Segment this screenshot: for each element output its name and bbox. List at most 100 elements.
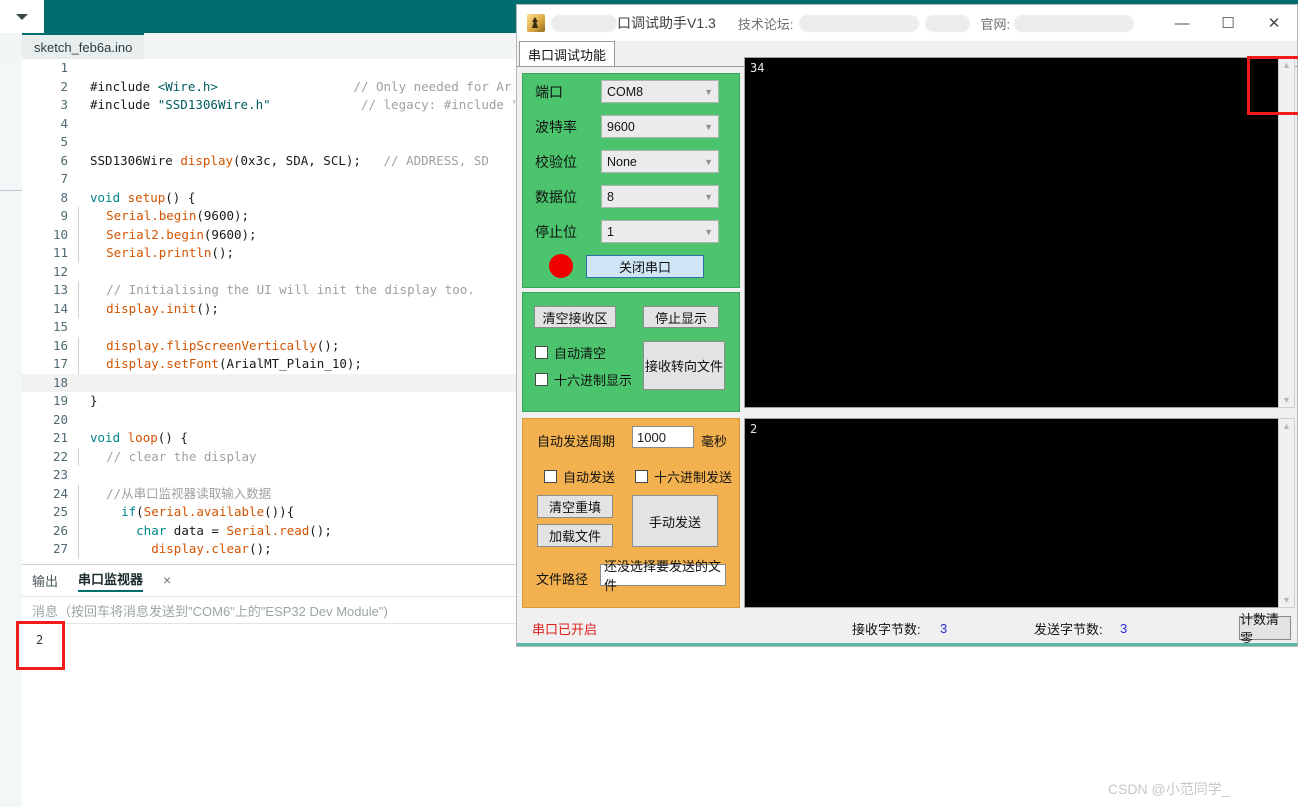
- line-number: 7: [60, 171, 68, 186]
- watermark: CSDN @小范同学_: [1108, 781, 1230, 797]
- select-stopbits[interactable]: 1 ▼: [601, 220, 719, 243]
- line-number: 27: [52, 541, 68, 556]
- hex-send-checkbox[interactable]: [635, 470, 648, 483]
- auto-send-cycle-input[interactable]: 1000: [632, 426, 694, 448]
- line-number: 23: [52, 467, 68, 482]
- code-text: display.setFont(ArialMT_Plain_10);: [78, 355, 362, 374]
- select-databits-value: 8: [607, 189, 614, 204]
- tab-serial-debug[interactable]: 串口调试功能: [519, 41, 616, 67]
- line-number: 17: [52, 356, 68, 371]
- close-button[interactable]: ✕: [1251, 5, 1297, 41]
- auto-clear-label: 自动清空: [554, 346, 607, 361]
- code-text: Serial.println();: [78, 244, 234, 263]
- line-number: 12: [52, 263, 68, 279]
- line-number: 2: [60, 78, 68, 94]
- forum-label: 技术论坛:: [737, 16, 794, 32]
- code-text: // clear the display: [78, 447, 257, 466]
- hex-send-label: 十六进制发送: [654, 470, 733, 485]
- line-number: 9: [60, 208, 68, 223]
- sketch-tab[interactable]: sketch_feb6a.ino: [22, 33, 145, 59]
- rx-bytes-label: 接收字节数:: [852, 621, 921, 637]
- send-area-scrollbar[interactable]: ▲ ▼: [1278, 418, 1295, 608]
- code-text: Serial.begin(9600);: [78, 207, 249, 226]
- receive-to-file-button[interactable]: 接收转向文件: [643, 341, 725, 390]
- bottom-panel-tabs: 输出 串口监视器 ×: [22, 565, 171, 595]
- auto-send-label: 自动发送: [563, 470, 616, 485]
- manual-send-button[interactable]: 手动发送: [632, 495, 718, 547]
- sketch-tab-label: sketch_feb6a.ino: [34, 39, 133, 55]
- stop-display-button[interactable]: 停止显示: [643, 306, 719, 328]
- tab-label: 串口调试功能: [528, 48, 607, 63]
- auto-send-checkbox[interactable]: [544, 470, 557, 483]
- redacted-forum-url-2: [925, 14, 971, 32]
- label-baud: 波特率: [535, 118, 577, 135]
- send-text-area[interactable]: 2: [744, 418, 1295, 608]
- tab-output[interactable]: 输出: [32, 571, 58, 590]
- reset-count-button[interactable]: 计数清零: [1239, 612, 1291, 646]
- auto-clear-checkbox-row[interactable]: 自动清空: [535, 343, 606, 362]
- close-icon[interactable]: ×: [163, 572, 171, 588]
- chevron-up-icon[interactable]: ▲: [1282, 419, 1291, 433]
- port-config-panel: 端口 COM8 ▼ 波特率 9600 ▼ 校验位 None ▼ 数据位 8 ▼: [522, 73, 740, 288]
- chevron-down-icon[interactable]: ▼: [1282, 393, 1291, 407]
- auto-send-cycle-unit: 毫秒: [701, 434, 728, 449]
- tab-serial-monitor[interactable]: 串口监视器: [78, 569, 144, 592]
- line-number: 13: [52, 282, 68, 297]
- board-selector-button[interactable]: [0, 0, 44, 33]
- select-databits[interactable]: 8 ▼: [601, 185, 719, 208]
- select-baud-value: 9600: [607, 119, 635, 134]
- select-parity[interactable]: None ▼: [601, 150, 719, 173]
- code-text: //从串口监视器读取输入数据: [78, 484, 271, 503]
- close-port-button[interactable]: 关闭串口: [586, 254, 704, 278]
- window-footer-accent: [517, 643, 1297, 646]
- code-text: char data = Serial.read();: [78, 521, 332, 540]
- config-row-action: 关闭串口: [523, 249, 739, 283]
- line-number: 14: [52, 300, 68, 316]
- redacted-site-url: [1014, 14, 1135, 32]
- load-file-button[interactable]: 加载文件: [537, 524, 613, 547]
- chevron-down-icon: ▼: [704, 121, 713, 132]
- send-controls-panel: 自动发送周期 1000 毫秒 自动发送 十六进制发送 清空重填 加载文件 手动发…: [522, 418, 740, 608]
- code-text: }: [90, 393, 98, 408]
- code-text: #include "SSD1306Wire.h" // legacy: #inc…: [90, 97, 519, 112]
- line-number: 20: [52, 411, 68, 427]
- clear-receive-button[interactable]: 清空接收区: [534, 306, 616, 328]
- auto-clear-checkbox[interactable]: [535, 346, 548, 359]
- redacted-title-prefix: [551, 14, 617, 32]
- receive-text-area[interactable]: 34: [744, 57, 1295, 408]
- rx-bytes-value: 3: [940, 620, 948, 636]
- select-port[interactable]: COM8 ▼: [601, 80, 719, 103]
- config-row-databits: 数据位 8 ▼: [523, 179, 739, 214]
- label-databits: 数据位: [535, 188, 577, 205]
- hex-display-checkbox-row[interactable]: 十六进制显示: [535, 370, 632, 389]
- code-text: Serial2.begin(9600);: [78, 225, 257, 244]
- highlight-box-monitor-output: [16, 621, 65, 670]
- hex-display-checkbox[interactable]: [535, 373, 548, 386]
- line-number: 21: [52, 430, 68, 445]
- code-text: display.flipScreenVertically();: [78, 336, 339, 355]
- config-row-stopbits: 停止位 1 ▼: [523, 214, 739, 249]
- chevron-down-icon: ▼: [704, 191, 713, 202]
- select-baud[interactable]: 9600 ▼: [601, 115, 719, 138]
- config-row-baud: 波特率 9600 ▼: [523, 109, 739, 144]
- label-stopbits: 停止位: [535, 223, 577, 240]
- hex-send-checkbox-row[interactable]: 十六进制发送: [635, 467, 732, 486]
- auto-send-checkbox-row[interactable]: 自动发送: [544, 467, 615, 486]
- serial-assistant-titlebar[interactable]: 口调试助手V1.3 技术论坛: 官网: — ☐ ✕: [517, 5, 1297, 41]
- code-text: display.clear();: [78, 540, 272, 559]
- ide-activity-rail: [0, 59, 22, 807]
- line-number: 15: [52, 319, 68, 334]
- status-bar: 串口已开启 接收字节数: 3 发送字节数: 3 计数清零: [522, 612, 1294, 646]
- chevron-down-icon: [16, 13, 28, 20]
- code-text: void loop() {: [90, 430, 188, 445]
- clear-refill-button[interactable]: 清空重填: [537, 495, 613, 518]
- port-state-text: 串口已开启: [532, 621, 598, 637]
- redacted-forum-url: [799, 14, 920, 32]
- line-number: 25: [52, 504, 68, 519]
- file-path-input[interactable]: 还没选择要发送的文件: [600, 559, 726, 593]
- maximize-button[interactable]: ☐: [1205, 5, 1251, 41]
- chevron-down-icon: ▼: [704, 226, 713, 237]
- minimize-button[interactable]: —: [1159, 5, 1205, 41]
- line-number: 22: [52, 448, 68, 464]
- chevron-down-icon[interactable]: ▼: [1282, 593, 1291, 607]
